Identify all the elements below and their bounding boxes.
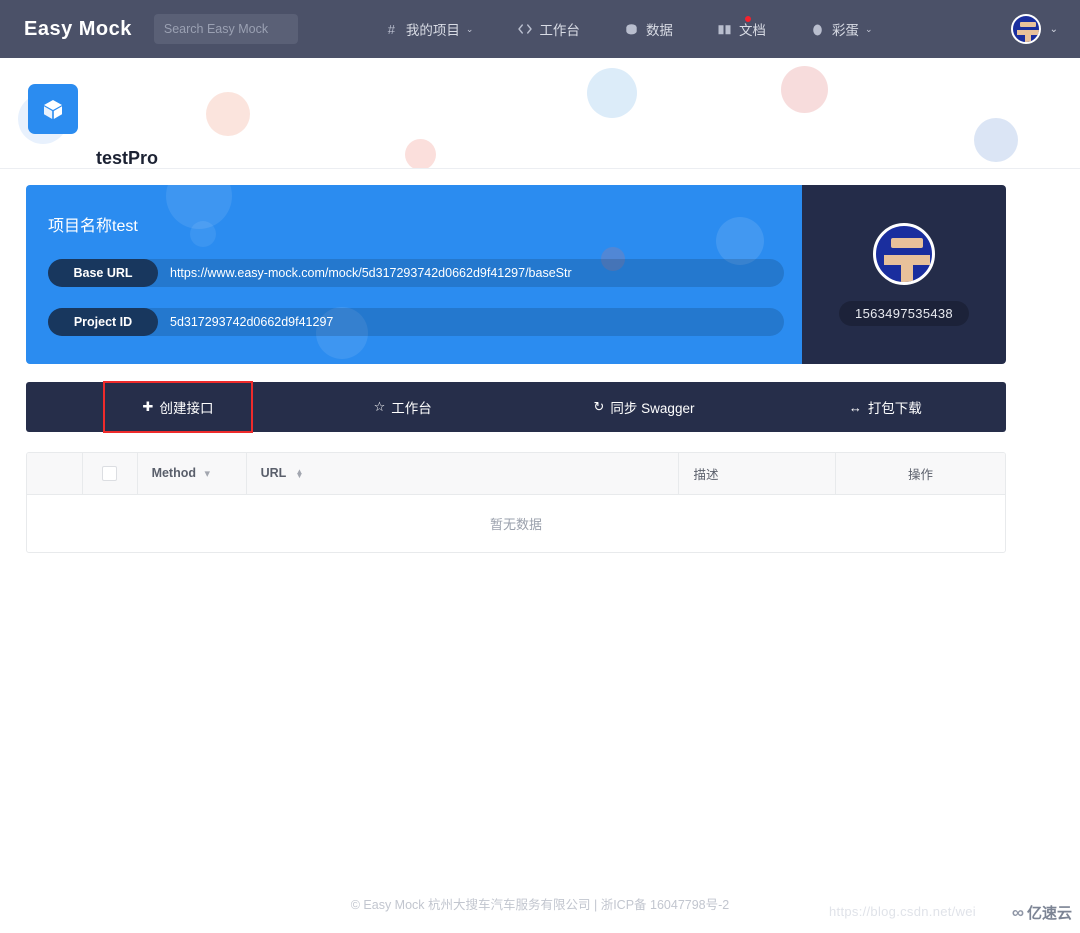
info-card-title: 项目名称test — [48, 218, 138, 235]
table-header-row: Method ▾ URL ▲ ▼ 描述 操作 — [27, 453, 1005, 495]
footer-text: © Easy Mock 杭州大搜车汽车服务有限公司 | 浙ICP备 160477… — [350, 897, 730, 912]
action-label: 工作台 — [391, 401, 432, 416]
action-label: 同步 Swagger — [610, 401, 695, 416]
column-label: 操作 — [908, 467, 934, 482]
sync-swagger-button[interactable]: ↻ 同步 Swagger — [523, 382, 764, 432]
project-header: testPro 个人项目 接口列表 ⚙ 设置 — [0, 58, 1080, 169]
nav-item-workbench[interactable]: 工作台 — [517, 19, 580, 39]
filter-icon[interactable]: ▾ — [204, 468, 210, 480]
nav-label: 工作台 — [539, 23, 580, 38]
top-navbar: Easy Mock # 我的项目 ⌄ 工作台 数据 — [0, 0, 1080, 58]
nav-menu: # 我的项目 ⌄ 工作台 数据 文档 彩蛋 ⌄ — [384, 15, 917, 39]
interface-table: Method ▾ URL ▲ ▼ 描述 操作 暂无数据 — [26, 452, 1006, 553]
deco-circle-card-3 — [716, 217, 764, 265]
project-id-badge: 1563497535438 — [839, 301, 969, 326]
table-empty-row: 暂无数据 — [27, 494, 1005, 552]
cube-icon — [28, 84, 78, 134]
column-label: URL — [260, 466, 287, 481]
avatar[interactable] — [1010, 14, 1041, 44]
chevron-down-icon: ⌄ — [465, 23, 474, 34]
base-url-field[interactable]: Base URL https://www.easy-mock.com/mock/… — [48, 259, 784, 287]
nav-label: 文档 — [738, 23, 766, 38]
action-label: 打包下载 — [867, 401, 922, 416]
project-id-field[interactable]: Project ID 5d317293742d0662d9f41297 — [48, 308, 784, 336]
deco-circle-pink-2 — [405, 139, 436, 168]
sort-icon[interactable]: ▲ ▼ — [296, 467, 304, 479]
page-footer: © Easy Mock 杭州大搜车汽车服务有限公司 | 浙ICP备 160477… — [0, 873, 1080, 933]
column-spacer — [27, 453, 83, 495]
table-body: 暂无数据 — [27, 494, 1005, 552]
nav-label: 彩蛋 — [831, 23, 859, 38]
star-icon: ☆ — [373, 399, 386, 414]
base-url-label: Base URL — [48, 259, 158, 287]
nav-label: 数据 — [645, 23, 673, 38]
column-url: URL ▲ ▼ — [246, 453, 680, 495]
code-download-icon: ↔ — [848, 399, 862, 415]
chevron-down-icon: ⌄ — [864, 23, 873, 34]
app-logo[interactable]: Easy Mock — [24, 18, 132, 41]
nav-item-data[interactable]: 数据 — [624, 19, 673, 39]
hash-icon: # — [387, 21, 395, 37]
deco-circle-blue-2 — [974, 118, 1018, 162]
column-operations: 操作 — [835, 453, 1005, 495]
app-root: Easy Mock # 我的项目 ⌄ 工作台 数据 — [0, 0, 1080, 933]
project-logo — [18, 84, 78, 144]
base-url-value: https://www.easy-mock.com/mock/5d3172937… — [170, 266, 572, 280]
code-brackets-icon — [517, 22, 532, 37]
database-icon — [624, 22, 639, 37]
empty-state-text: 暂无数据 — [489, 516, 542, 532]
nav-item-my-projects[interactable]: # 我的项目 ⌄ — [384, 19, 474, 39]
watermark-logo-text: 亿速云 — [1026, 905, 1072, 922]
egg-icon — [810, 22, 825, 37]
action-toolbar: ✚ 创建接口 ☆ 工作台 ↻ 同步 Swagger ↔ 打包下载 — [26, 381, 1006, 433]
deco-circle-peach-1 — [206, 92, 250, 136]
deco-circle-pink-1 — [781, 66, 828, 113]
deco-circle-card-5 — [190, 221, 216, 247]
project-id-label: Project ID — [48, 308, 158, 336]
column-method: Method ▾ — [137, 453, 247, 495]
book-icon — [717, 22, 732, 37]
deco-circle-card-1 — [166, 185, 232, 229]
column-select-all — [82, 453, 138, 495]
deco-circle-blue-1 — [587, 68, 637, 118]
project-info-card: 项目名称test Base URL https://www.easy-mock.… — [26, 185, 802, 364]
nav-item-easter-egg[interactable]: 彩蛋 ⌄ — [810, 19, 873, 39]
nav-label: 我的项目 — [405, 23, 460, 38]
project-qr-card: 1563497535438 — [802, 185, 1006, 364]
watermark-logo: ∞ 亿速云 — [1012, 902, 1072, 923]
plus-icon: ✚ — [142, 399, 154, 414]
search-input[interactable] — [153, 14, 298, 44]
column-label: Method — [151, 466, 196, 481]
page-title: testPro — [96, 148, 159, 168]
action-label: 创建接口 — [159, 401, 214, 416]
workbench-button[interactable]: ☆ 工作台 — [282, 382, 523, 432]
column-label: 描述 — [693, 467, 719, 482]
chevron-down-icon: ⌄ — [1049, 23, 1058, 35]
nav-item-docs[interactable]: 文档 — [717, 15, 766, 39]
refresh-icon: ↻ — [593, 399, 605, 414]
watermark-url: https://blog.csdn.net/wei — [829, 904, 976, 919]
project-id-value: 5d317293742d0662d9f41297 — [170, 315, 334, 329]
package-download-button[interactable]: ↔ 打包下载 — [765, 382, 1006, 432]
nav-user-menu[interactable]: ⌄ — [1010, 0, 1058, 58]
create-interface-button[interactable]: ✚ 创建接口 — [103, 381, 253, 433]
column-description: 描述 — [678, 453, 837, 495]
select-all-checkbox[interactable] — [102, 465, 118, 481]
infinity-icon: ∞ — [1011, 902, 1024, 922]
project-info-row: 项目名称test Base URL https://www.easy-mock.… — [26, 185, 1006, 364]
notification-badge-icon — [743, 15, 752, 23]
project-avatar — [873, 223, 935, 285]
